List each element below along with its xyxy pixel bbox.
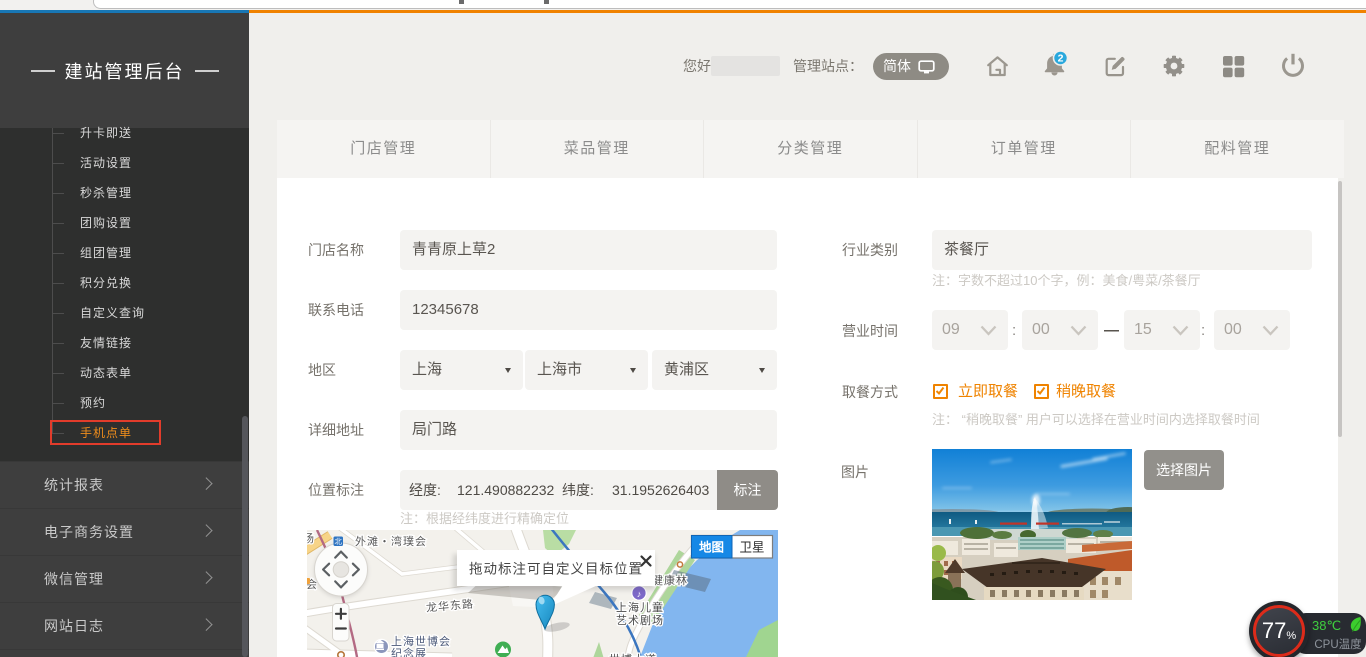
svg-text:拖动标注可自定义目标位置: 拖动标注可自定义目标位置 [469,562,643,577]
svg-text:上海儿童: 上海儿童 [616,600,664,614]
svg-text:场: 场 [307,531,315,545]
svg-text:纪念展: 纪念展 [391,646,427,657]
svg-text:艺术剧场: 艺术剧场 [616,613,664,627]
svg-text:北: 北 [334,537,342,546]
svg-text:外滩・湾璞会: 外滩・湾璞会 [355,534,427,548]
svg-text:♪: ♪ [637,589,642,599]
svg-text:2: 2 [1058,53,1064,65]
svg-text:龙华东路: 龙华东路 [425,596,474,614]
svg-text:健康林: 健康林 [652,573,688,587]
svg-text:上海世博会: 上海世博会 [391,634,451,648]
svg-text:卫星: 卫星 [739,541,764,555]
svg-text:地图: 地图 [699,540,724,555]
